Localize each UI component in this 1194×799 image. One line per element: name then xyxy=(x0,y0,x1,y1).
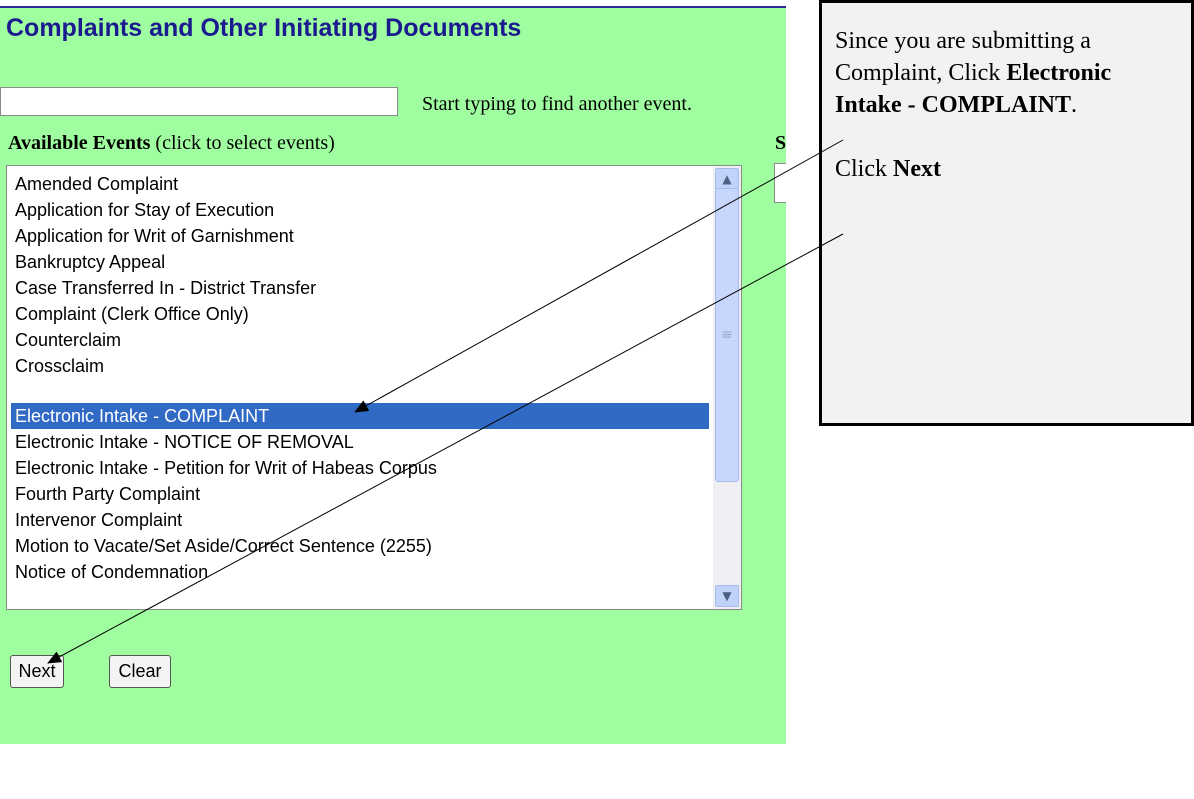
instruction-callout: Since you are submitting a Complaint, Cl… xyxy=(819,0,1194,426)
callout-instruction: Since you are submitting a Complaint, Cl… xyxy=(835,25,1181,121)
list-item[interactable]: Application for Stay of Execution xyxy=(11,197,709,223)
available-events-listbox[interactable]: Amended Complaint Application for Stay o… xyxy=(6,165,742,610)
callout-period: . xyxy=(1071,92,1078,118)
available-events-title: Available Events xyxy=(8,132,151,154)
search-hint: Start typing to find another event. xyxy=(422,93,692,115)
scrollbar-thumb[interactable]: ≡ xyxy=(715,188,739,482)
clear-button[interactable]: Clear xyxy=(109,655,171,688)
selected-events-label: S xyxy=(775,132,787,154)
list-item[interactable]: Fourth Party Complaint xyxy=(11,481,709,507)
list-item[interactable]: Crossclaim xyxy=(11,353,709,379)
list-item[interactable]: Electronic Intake - NOTICE OF REMOVAL xyxy=(11,429,709,455)
callout-line-2: Click xyxy=(835,156,893,182)
list-item[interactable]: Motion to Vacate/Set Aside/Correct Sente… xyxy=(11,533,709,559)
event-search-input[interactable] xyxy=(0,87,398,116)
list-item[interactable]: Complaint (Clerk Office Only) xyxy=(11,301,709,327)
next-button[interactable]: Next xyxy=(10,655,64,688)
header-rule xyxy=(0,6,786,8)
available-events-label: Available Events (click to select events… xyxy=(8,132,335,155)
callout-next-name: Next xyxy=(893,156,941,182)
page-title: Complaints and Other Initiating Document… xyxy=(6,14,522,42)
list-item[interactable]: Electronic Intake - Petition for Writ of… xyxy=(11,455,709,481)
chevron-down-icon[interactable]: ▼ xyxy=(715,585,739,607)
list-item[interactable]: Bankruptcy Appeal xyxy=(11,249,709,275)
chevron-up-icon[interactable]: ▲ xyxy=(715,168,739,190)
list-item[interactable]: Case Transferred In - District Transfer xyxy=(11,275,709,301)
listbox-scrollbar[interactable]: ▲ ≡ ▼ xyxy=(713,166,741,609)
list-item-selected[interactable]: Electronic Intake - COMPLAINT xyxy=(11,403,709,429)
list-item[interactable]: Amended Complaint xyxy=(11,171,709,197)
selected-events-box[interactable] xyxy=(774,163,786,203)
list-item[interactable]: Notice of Condemnation xyxy=(11,559,709,585)
callout-next-instruction: Click Next xyxy=(835,153,1181,185)
available-events-instruction: (click to select events) xyxy=(150,132,335,154)
list-item[interactable]: Application for Writ of Garnishment xyxy=(11,223,709,249)
list-item[interactable]: Intervenor Complaint xyxy=(11,507,709,533)
list-item[interactable]: Counterclaim xyxy=(11,327,709,353)
